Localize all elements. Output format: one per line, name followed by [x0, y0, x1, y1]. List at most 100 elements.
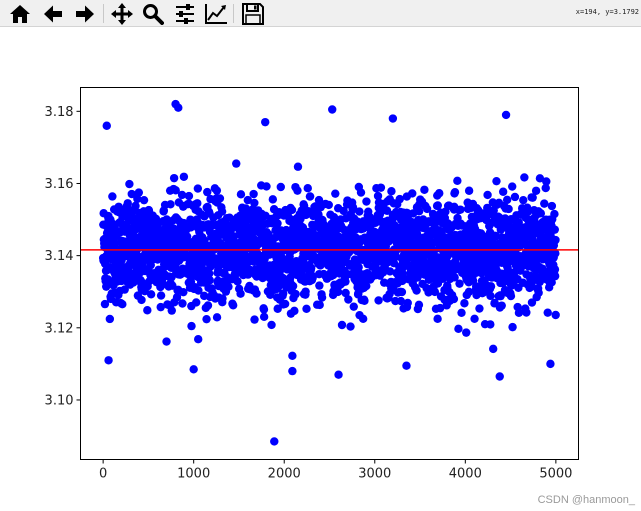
data-point	[433, 201, 442, 210]
data-point	[412, 286, 421, 295]
home-button[interactable]	[8, 2, 32, 25]
data-point	[205, 276, 214, 285]
configure-subplots-button[interactable]	[173, 2, 197, 25]
data-point	[125, 179, 134, 189]
data-point	[551, 310, 560, 320]
edit-axis-icon	[204, 3, 228, 25]
data-point	[162, 337, 171, 346]
data-point	[502, 195, 512, 205]
data-point	[356, 188, 366, 197]
data-point	[462, 328, 471, 337]
data-point	[450, 187, 460, 197]
cursor-coordinates: x=194, y=3.1792	[575, 8, 639, 16]
data-point	[146, 290, 156, 299]
data-point	[290, 306, 299, 316]
data-point	[470, 314, 479, 323]
data-point	[187, 321, 196, 331]
data-point	[460, 299, 469, 308]
data-point	[362, 197, 371, 206]
data-point	[540, 199, 549, 208]
data-point	[374, 296, 383, 305]
data-point	[510, 192, 520, 202]
data-point	[174, 103, 183, 112]
y-tick-label: 3.12	[45, 321, 74, 336]
data-point	[486, 320, 495, 329]
data-point	[193, 184, 203, 193]
data-point	[475, 304, 484, 313]
data-point	[102, 121, 111, 130]
x-tick-label: 1000	[177, 467, 210, 482]
data-point	[328, 105, 337, 114]
data-point	[169, 173, 179, 183]
data-point	[259, 312, 269, 322]
data-point	[189, 365, 198, 374]
data-point	[388, 114, 398, 123]
data-point	[215, 194, 225, 203]
data-point	[497, 301, 506, 310]
data-point	[293, 162, 303, 171]
matplotlib-toolbar: x=194, y=3.1792	[0, 0, 641, 27]
data-point	[449, 294, 459, 304]
save-button[interactable]	[241, 2, 265, 25]
data-point	[137, 295, 146, 305]
data-point	[317, 293, 327, 302]
x-axis: 0 1000 2000 3000 4000 5000	[99, 459, 572, 482]
data-point	[334, 370, 343, 379]
data-point	[193, 199, 202, 208]
pan-button[interactable]	[110, 2, 134, 25]
data-point	[301, 287, 310, 296]
data-point	[108, 192, 117, 201]
zoom-icon	[142, 3, 164, 25]
edit-axis-button[interactable]	[204, 2, 228, 25]
data-point	[249, 189, 258, 199]
data-point	[501, 110, 511, 120]
data-point	[543, 308, 552, 317]
data-point	[341, 277, 350, 286]
data-point	[315, 281, 324, 290]
zoom-button[interactable]	[141, 2, 165, 25]
data-point	[483, 190, 492, 200]
data-point	[358, 314, 368, 324]
data-point	[360, 296, 369, 306]
data-point	[267, 320, 276, 330]
data-point	[486, 291, 495, 301]
data-point	[495, 372, 504, 381]
data-point	[508, 322, 517, 332]
data-point	[291, 289, 300, 299]
toolbar-separator	[233, 4, 234, 23]
data-point	[280, 299, 290, 309]
data-point	[542, 177, 551, 186]
data-point	[252, 289, 261, 298]
data-point	[547, 201, 557, 211]
figure-canvas[interactable]: 0 1000 2000 3000 4000 5000 3.103.123.143.163.…	[0, 27, 641, 511]
data-point	[184, 191, 194, 201]
data-point	[408, 189, 417, 198]
data-point	[194, 334, 203, 344]
data-point	[236, 190, 246, 199]
data-point	[224, 282, 233, 291]
forward-icon	[74, 4, 96, 24]
data-point	[414, 300, 424, 310]
home-icon	[9, 4, 31, 24]
data-point	[315, 300, 324, 310]
data-point	[376, 183, 386, 192]
x-tick-label: 3000	[358, 467, 391, 482]
data-point	[178, 299, 187, 308]
data-point	[270, 437, 279, 446]
data-point	[397, 287, 407, 297]
data-point	[420, 185, 429, 194]
toolbar-separator	[103, 4, 104, 23]
data-point	[506, 291, 516, 301]
data-point	[324, 200, 333, 210]
forward-button[interactable]	[73, 2, 97, 25]
data-point	[504, 204, 513, 214]
data-point	[519, 195, 528, 205]
data-point	[233, 277, 242, 286]
data-point	[492, 176, 501, 186]
data-point	[262, 182, 271, 191]
data-point	[454, 324, 463, 334]
data-point	[486, 282, 496, 291]
data-point	[105, 314, 115, 324]
data-point	[250, 315, 259, 324]
back-button[interactable]	[41, 2, 65, 25]
